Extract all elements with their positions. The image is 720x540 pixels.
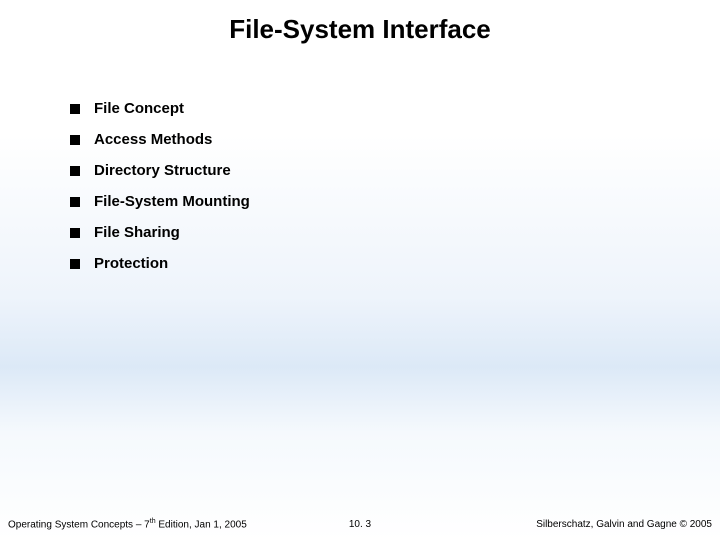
square-bullet-icon: [70, 104, 80, 114]
slide-title: File-System Interface: [0, 14, 720, 45]
square-bullet-icon: [70, 166, 80, 176]
footer: Operating System Concepts – 7th Edition,…: [0, 510, 720, 530]
bullet-text: Directory Structure: [94, 162, 231, 179]
slide: File-System Interface File Concept Acces…: [0, 0, 720, 540]
bullet-text: File-System Mounting: [94, 193, 250, 210]
square-bullet-icon: [70, 135, 80, 145]
footer-center: 10. 3: [349, 519, 371, 530]
footer-left-prefix: Operating System Concepts – 7: [8, 519, 150, 530]
square-bullet-icon: [70, 197, 80, 207]
bullet-text: File Sharing: [94, 224, 180, 241]
square-bullet-icon: [70, 228, 80, 238]
bullet-text: Access Methods: [94, 131, 212, 148]
footer-left-suffix: Edition, Jan 1, 2005: [156, 519, 247, 530]
bullet-list: File Concept Access Methods Directory St…: [70, 100, 250, 286]
list-item: Directory Structure: [70, 162, 250, 179]
footer-right: Silberschatz, Galvin and Gagne © 2005: [536, 519, 712, 530]
footer-left: Operating System Concepts – 7th Edition,…: [8, 518, 247, 530]
list-item: Protection: [70, 255, 250, 272]
list-item: Access Methods: [70, 131, 250, 148]
list-item: File Sharing: [70, 224, 250, 241]
list-item: File Concept: [70, 100, 250, 117]
list-item: File-System Mounting: [70, 193, 250, 210]
bullet-text: File Concept: [94, 100, 184, 117]
square-bullet-icon: [70, 259, 80, 269]
bullet-text: Protection: [94, 255, 168, 272]
